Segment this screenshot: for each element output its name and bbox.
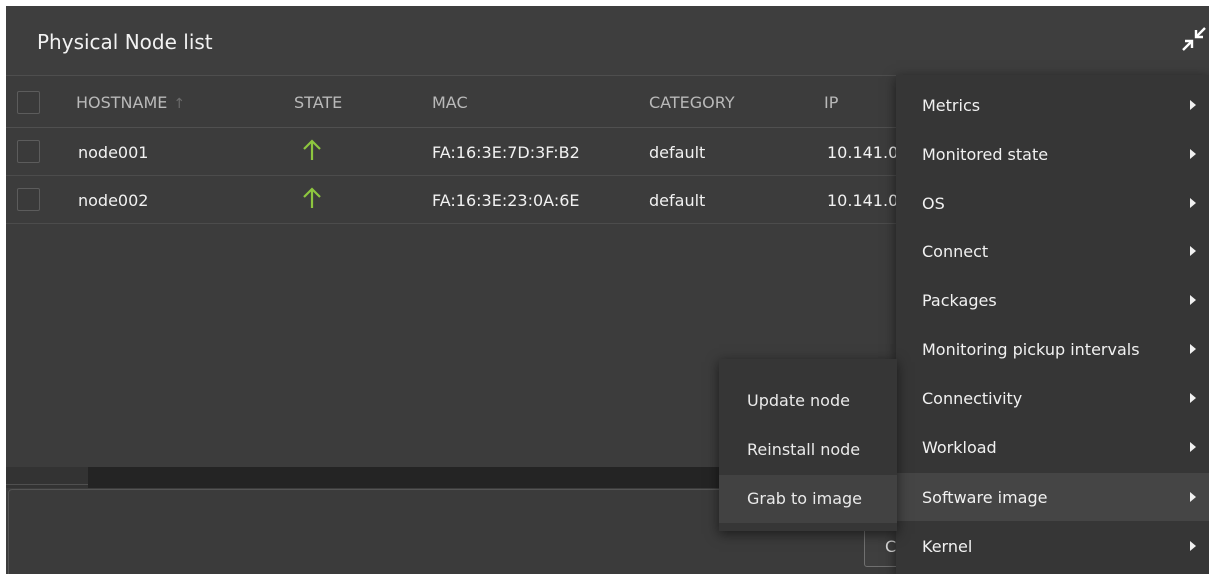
up-arrow-icon [303, 139, 321, 160]
menu-item-connect[interactable]: Connect [896, 227, 1209, 275]
column-header-hostname[interactable]: HOSTNAME ↑ [76, 93, 185, 112]
cell-mac: FA:16:3E:7D:3F:B2 [432, 143, 580, 162]
submenu-item-label: Grab to image [747, 489, 863, 508]
menu-item-label: Monitored state [922, 145, 1049, 164]
cell-hostname: node001 [78, 143, 149, 162]
row-checkbox[interactable] [17, 140, 40, 163]
submenu-item-update-node[interactable]: Update node [719, 377, 897, 425]
column-label: HOSTNAME [76, 93, 168, 112]
row-checkbox[interactable] [17, 188, 40, 211]
menu-item-label: Packages [922, 291, 997, 310]
submenu-arrow-icon [1190, 393, 1196, 403]
cell-mac: FA:16:3E:23:0A:6E [432, 191, 580, 210]
menu-item-software-image[interactable]: Software image [896, 473, 1209, 521]
sort-ascending-icon: ↑ [173, 96, 186, 112]
cell-hostname: node002 [78, 191, 149, 210]
panel-header: Physical Node list [6, 6, 1209, 76]
context-menu: Metrics Monitored state OS Connect Packa… [896, 75, 1209, 574]
menu-item-packages[interactable]: Packages [896, 276, 1209, 324]
menu-item-label: Software image [922, 488, 1048, 507]
menu-item-label: Metrics [922, 96, 981, 115]
software-image-submenu: Update node Reinstall node Grab to image [719, 359, 897, 531]
submenu-arrow-icon [1190, 198, 1196, 208]
submenu-arrow-icon [1190, 149, 1196, 159]
menu-item-label: Monitoring pickup intervals [922, 340, 1140, 359]
menu-item-workload[interactable]: Workload [896, 423, 1209, 471]
column-header-ip[interactable]: IP [824, 93, 838, 112]
cell-category: default [649, 143, 706, 162]
submenu-arrow-icon [1190, 246, 1196, 256]
submenu-item-reinstall-node[interactable]: Reinstall node [719, 426, 897, 474]
menu-item-label: Workload [922, 438, 997, 457]
menu-item-label: Kernel [922, 537, 973, 556]
menu-item-connectivity[interactable]: Connectivity [896, 374, 1209, 422]
menu-item-label: Connectivity [922, 389, 1023, 408]
submenu-arrow-icon [1190, 442, 1196, 452]
submenu-arrow-icon [1190, 344, 1196, 354]
menu-item-label: OS [922, 194, 945, 213]
submenu-item-label: Reinstall node [747, 440, 861, 459]
submenu-item-grab-to-image[interactable]: Grab to image [719, 475, 897, 523]
menu-item-metrics[interactable]: Metrics [896, 81, 1209, 129]
submenu-arrow-icon [1190, 100, 1196, 110]
column-header-state[interactable]: STATE [294, 93, 342, 112]
menu-item-kernel[interactable]: Kernel [896, 522, 1209, 570]
column-header-category[interactable]: CATEGORY [649, 93, 735, 112]
menu-item-monitoring-pickup-intervals[interactable]: Monitoring pickup intervals [896, 325, 1209, 373]
submenu-arrow-icon [1190, 541, 1196, 551]
scrollbar-track [6, 484, 88, 485]
select-all-checkbox[interactable] [17, 91, 40, 114]
menu-item-monitored-state[interactable]: Monitored state [896, 130, 1209, 178]
menu-item-os[interactable]: OS [896, 179, 1209, 227]
footer-button-label: C [885, 537, 897, 556]
column-header-mac[interactable]: MAC [432, 93, 468, 112]
submenu-item-label: Update node [747, 391, 850, 410]
panel-title: Physical Node list [37, 30, 213, 54]
up-arrow-icon [303, 187, 321, 208]
menu-item-label: Connect [922, 242, 989, 261]
submenu-arrow-icon [1190, 492, 1196, 502]
collapse-icon[interactable] [1181, 26, 1207, 52]
cell-category: default [649, 191, 706, 210]
submenu-arrow-icon [1190, 295, 1196, 305]
